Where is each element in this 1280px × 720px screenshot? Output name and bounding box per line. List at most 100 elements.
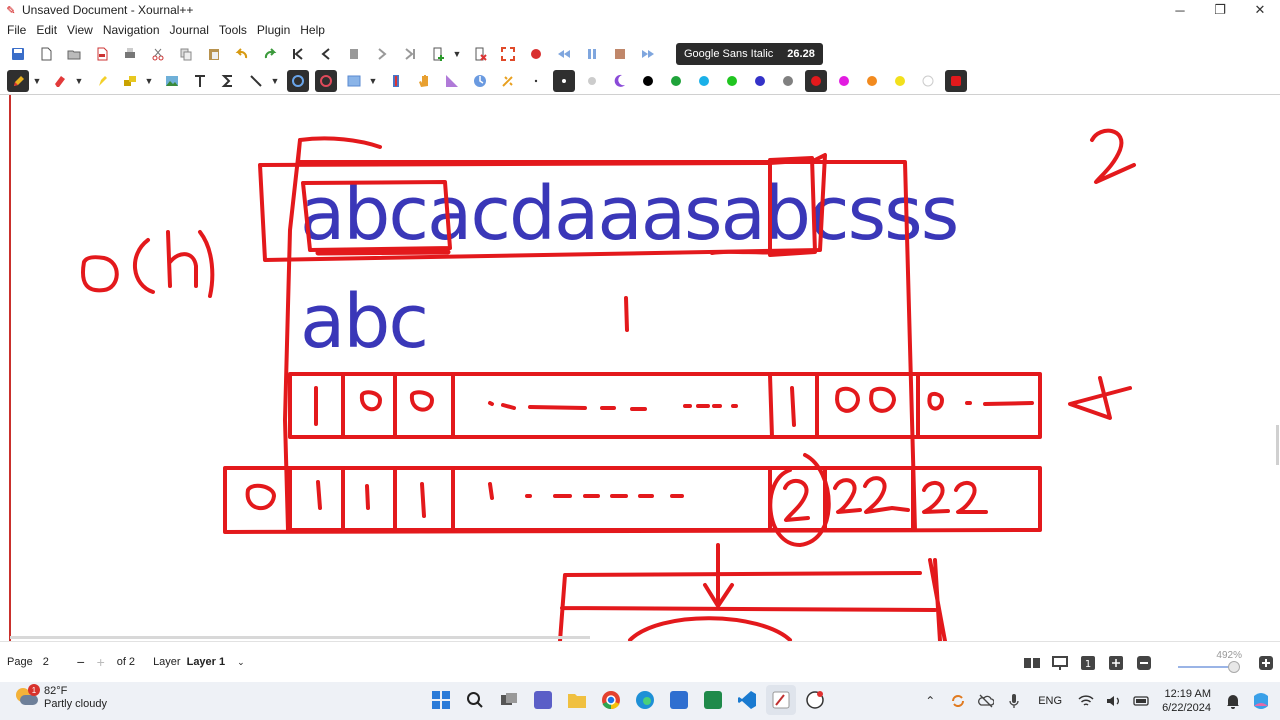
file-explorer-icon[interactable] (562, 685, 592, 715)
drawing-canvas[interactable]: abcacdaaasabcsss abc (0, 95, 1280, 641)
menu-navigation[interactable]: Navigation (98, 20, 165, 40)
terminal-icon[interactable] (698, 685, 728, 715)
zoom-knob[interactable] (1228, 660, 1240, 673)
eraser-dropdown-icon[interactable]: ▼ (74, 70, 84, 92)
menu-journal[interactable]: Journal (165, 20, 214, 40)
next-page-icon[interactable] (371, 43, 393, 65)
copilot-icon[interactable] (1250, 690, 1272, 712)
notifications-bell-icon[interactable] (1222, 690, 1244, 712)
start-button[interactable] (426, 685, 456, 715)
xournal-taskbar-icon[interactable] (766, 685, 796, 715)
hand-tool-icon[interactable] (413, 70, 435, 92)
close-button[interactable]: ✕ (1240, 0, 1280, 20)
rewind-icon[interactable] (553, 43, 575, 65)
teams-icon[interactable] (528, 685, 558, 715)
compass-icon[interactable] (469, 70, 491, 92)
first-page-icon[interactable] (287, 43, 309, 65)
vscode-icon[interactable] (732, 685, 762, 715)
highlighter-tool-icon[interactable] (91, 70, 113, 92)
export-pdf-icon[interactable] (91, 43, 113, 65)
fast-forward-icon[interactable] (637, 43, 659, 65)
open-folder-icon[interactable] (63, 43, 85, 65)
setsquare-icon[interactable] (441, 70, 463, 92)
shapes-tool-icon[interactable] (119, 70, 141, 92)
menu-file[interactable]: File (2, 20, 31, 40)
presentation-mode-icon[interactable] (1049, 652, 1071, 674)
obs-icon[interactable] (800, 685, 830, 715)
shape-recognizer-icon[interactable] (287, 69, 309, 92)
store-icon[interactable] (664, 685, 694, 715)
color-yellow-icon[interactable] (889, 70, 911, 92)
select-dropdown-icon[interactable]: ▼ (368, 70, 378, 92)
fine-size-icon[interactable] (525, 70, 547, 92)
cut-icon[interactable] (147, 43, 169, 65)
default-tool-icon[interactable] (497, 70, 519, 92)
search-icon[interactable] (460, 685, 490, 715)
color-blue-icon[interactable] (749, 70, 771, 92)
color-orange-icon[interactable] (861, 70, 883, 92)
language-indicator[interactable]: ENG (1038, 695, 1062, 707)
color-lightgreen-icon[interactable] (721, 70, 743, 92)
zoom-fit-icon[interactable] (1105, 652, 1127, 674)
menu-tools[interactable]: Tools (214, 20, 252, 40)
record-icon[interactable] (525, 43, 547, 65)
pause-icon[interactable] (581, 43, 603, 65)
cloud-offline-icon[interactable] (975, 690, 997, 712)
chrome-icon[interactable] (596, 685, 626, 715)
page-decrement-button[interactable]: − (71, 654, 91, 670)
menu-view[interactable]: View (62, 20, 98, 40)
line-dropdown-icon[interactable]: ▼ (270, 70, 280, 92)
battery-icon[interactable] (1131, 690, 1153, 712)
vertical-scrollbar[interactable] (1276, 425, 1279, 465)
pen-tool-icon[interactable] (7, 69, 29, 92)
menu-help[interactable]: Help (295, 20, 330, 40)
text-tool-icon[interactable] (189, 70, 211, 92)
zoom-in-icon[interactable] (1255, 652, 1277, 674)
volume-icon[interactable] (1103, 690, 1125, 712)
latex-tool-icon[interactable] (217, 70, 239, 92)
layer-dropdown-icon[interactable]: ⌄ (237, 657, 245, 668)
add-page-icon[interactable] (427, 43, 449, 65)
color-lightblue-icon[interactable] (693, 70, 715, 92)
color-green-icon[interactable] (665, 70, 687, 92)
stop-icon[interactable] (609, 43, 631, 65)
thick-size-icon[interactable] (581, 70, 603, 92)
goto-page-icon[interactable] (343, 43, 365, 65)
microphone-icon[interactable] (1003, 690, 1025, 712)
paste-icon[interactable] (203, 43, 225, 65)
redo-icon[interactable] (259, 43, 281, 65)
fullscreen-icon[interactable] (497, 43, 519, 65)
vertical-space-icon[interactable] (385, 70, 407, 92)
task-view-icon[interactable] (494, 685, 524, 715)
new-document-icon[interactable] (35, 43, 57, 65)
wifi-icon[interactable] (1075, 690, 1097, 712)
delete-page-icon[interactable] (469, 43, 491, 65)
medium-size-icon[interactable] (553, 69, 575, 92)
color-black-icon[interactable] (637, 70, 659, 92)
pen-dropdown-icon[interactable]: ▼ (32, 70, 42, 92)
color-gray-icon[interactable] (777, 70, 799, 92)
clock[interactable]: 12:19 AM 6/22/2024 (1162, 687, 1211, 715)
color-magenta-icon[interactable] (833, 70, 855, 92)
zoom-100-icon[interactable]: 1 (1077, 652, 1099, 674)
menu-edit[interactable]: Edit (31, 20, 62, 40)
font-selector-button[interactable]: Google Sans Italic 26.28 (676, 42, 823, 65)
shapes-dropdown-icon[interactable]: ▼ (144, 70, 154, 92)
ruler-icon[interactable] (315, 69, 337, 92)
save-icon[interactable] (7, 43, 29, 65)
select-rectangle-icon[interactable] (343, 70, 365, 92)
line-tool-icon[interactable] (245, 70, 267, 92)
menu-plugin[interactable]: Plugin (252, 20, 295, 40)
zoom-out-icon[interactable] (1133, 652, 1155, 674)
print-icon[interactable] (119, 43, 141, 65)
eraser-tool-icon[interactable] (49, 70, 71, 92)
previous-page-icon[interactable] (315, 43, 337, 65)
sync-icon[interactable] (947, 690, 969, 712)
chevron-up-icon[interactable]: ⌃ (919, 690, 941, 712)
custom-color-icon[interactable] (945, 69, 967, 92)
image-tool-icon[interactable] (161, 70, 183, 92)
layer-selector[interactable]: Layer 1 (187, 656, 226, 668)
edge-icon[interactable] (630, 685, 660, 715)
last-page-icon[interactable] (399, 43, 421, 65)
add-page-dropdown-icon[interactable]: ▼ (452, 43, 462, 65)
